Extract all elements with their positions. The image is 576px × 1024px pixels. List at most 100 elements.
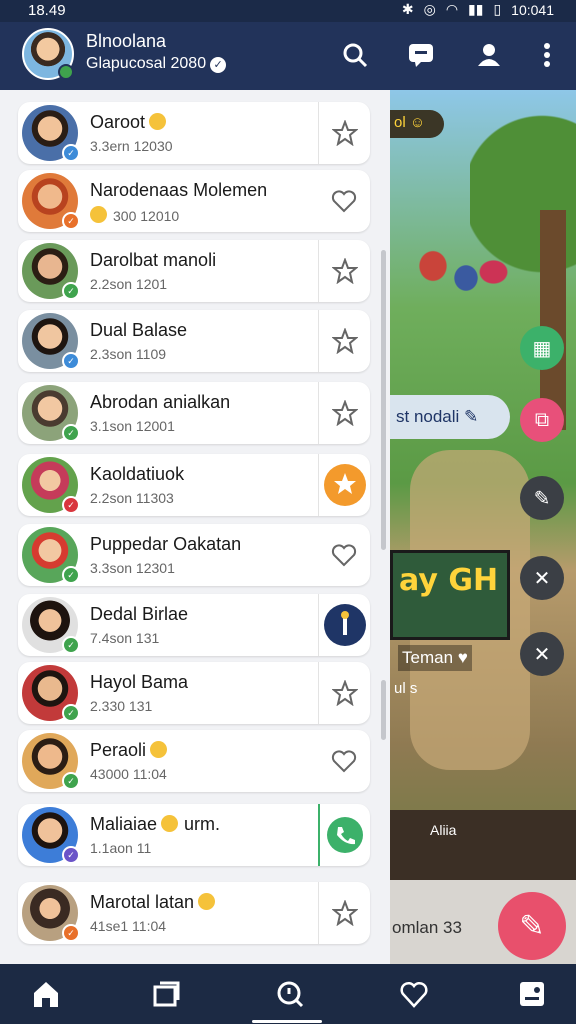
status-badge: ✓ <box>62 566 80 584</box>
contact-name: Maliaiae urm. <box>90 814 220 835</box>
star-icon[interactable] <box>318 382 370 444</box>
scene-aliah-text: Aliia <box>430 822 457 838</box>
emoji-icon <box>198 893 216 910</box>
chat-icon[interactable] <box>406 40 436 70</box>
contact-name-text: Kaoldatiuok <box>90 464 185 484</box>
grid-icon[interactable]: ▦ <box>520 326 564 370</box>
status-bar: 18.49 ✱ ◎ ◠ ▮▮ ▯ 10:041 <box>0 0 576 22</box>
contact-subtitle: 2.330 131 <box>90 698 152 714</box>
scrollbar[interactable] <box>381 250 386 550</box>
star-badge-icon[interactable] <box>318 454 370 516</box>
contact-row[interactable]: ✓ Maliaiae urm. 1.1aon 11 <box>18 804 370 866</box>
shuffle-alt-icon[interactable]: ✕ <box>520 632 564 676</box>
contact-subtitle: 2.2son 11303 <box>90 490 174 506</box>
signal-icon: ▮▮ <box>468 1 484 17</box>
wifi-icon: ◠ <box>445 1 459 17</box>
shuffle-icon[interactable]: ✕ <box>520 556 564 600</box>
contact-name-text: Hayol Bama <box>90 672 189 692</box>
contact-name: Abrodan anialkan <box>90 392 230 413</box>
heart-nav-icon[interactable] <box>396 976 432 1012</box>
contact-name-text: Abrodan anialkan <box>90 392 231 412</box>
star-icon[interactable] <box>318 882 370 944</box>
contact-row[interactable]: ✓ Dedal Birlae 7.4son 131 <box>18 594 370 656</box>
status-badge: ✓ <box>62 496 80 514</box>
contact-subtitle: 41se1 11:04 <box>90 918 166 934</box>
scene-mid-pill-text: st nodali <box>396 407 460 426</box>
header-subtitle: Glapucosal 2080 ✓ <box>86 55 227 73</box>
contact-subtitle: 7.4son 131 <box>90 630 159 646</box>
window-icon[interactable] <box>148 976 184 1012</box>
verified-icon: ✓ <box>210 57 227 73</box>
alarm-icon: ◎ <box>423 1 436 17</box>
profile-avatar[interactable] <box>22 28 74 80</box>
compose-fab[interactable]: ✎ <box>498 892 566 960</box>
contact-row[interactable]: ✓ Abrodan anialkan 3.1son 12001 <box>18 382 370 444</box>
contact-row[interactable]: ✓ Puppedar Oakatan 3.3son 12301 <box>18 524 370 586</box>
contact-subtitle-text: 3.3son 12301 <box>90 560 175 576</box>
contact-row[interactable]: ✓ Marotal latan 41se1 11:04 <box>18 882 370 944</box>
contact-row[interactable]: ✓ Hayol Bama 2.330 131 <box>18 662 370 724</box>
contact-name: Puppedar Oakatan <box>90 534 241 555</box>
contact-subtitle-text: 300 12010 <box>113 208 180 224</box>
scene-trunk <box>540 210 566 430</box>
account-icon[interactable] <box>474 40 504 70</box>
status-badge: ✓ <box>62 282 80 300</box>
contact-subtitle-text: 3.3ern 12030 <box>90 138 173 154</box>
heart-icon[interactable] <box>318 524 370 586</box>
contact-name: Oaroot <box>90 112 167 133</box>
heart-icon[interactable] <box>318 170 370 232</box>
status-badge: ✓ <box>62 636 80 654</box>
contact-row[interactable]: ✓ Oaroot 3.3ern 12030 <box>18 102 370 164</box>
contact-subtitle-text: 2.330 131 <box>90 698 153 714</box>
share-icon[interactable]: ⧉ <box>520 398 564 442</box>
contact-name: Darolbat manoli <box>90 250 216 271</box>
contact-subtitle: 3.1son 12001 <box>90 418 175 434</box>
scene-bottom-text: omlan 33 <box>392 918 462 937</box>
teman-text: Teman <box>402 648 454 667</box>
media-icon[interactable] <box>318 594 370 656</box>
background-scene: ay GH <box>390 90 576 964</box>
scene-people <box>400 230 510 350</box>
contact-name-text: Marotal latan <box>90 892 195 912</box>
scrollbar-secondary[interactable] <box>381 680 386 740</box>
home-icon[interactable] <box>28 976 64 1012</box>
contact-name: Hayol Bama <box>90 672 188 693</box>
profile-nav-icon[interactable] <box>514 976 550 1012</box>
star-icon[interactable] <box>318 102 370 164</box>
contact-subtitle: 300 12010 <box>90 206 179 224</box>
search-icon[interactable] <box>340 40 370 70</box>
status-badge: ✓ <box>62 846 80 864</box>
status-badge: ✓ <box>62 352 80 370</box>
scene-mid-pill[interactable]: st nodali ✎ <box>390 395 510 439</box>
contact-name: Kaoldatiuok <box>90 464 184 485</box>
contact-subtitle: 3.3ern 12030 <box>90 138 173 154</box>
contact-subtitle: 2.3son 1109 <box>90 346 166 362</box>
status-time: 18.49 <box>28 2 66 19</box>
contact-name: Dual Balase <box>90 320 187 341</box>
contact-name-text: Dual Balase <box>90 320 188 340</box>
phone-icon[interactable] <box>318 804 370 866</box>
star-icon[interactable] <box>318 310 370 372</box>
emoji-icon <box>90 206 107 223</box>
scene-teman-label: Teman ♥ <box>398 645 472 671</box>
contact-subtitle-text: 3.1son 12001 <box>90 418 175 434</box>
search-nav-icon[interactable] <box>272 976 308 1012</box>
bottom-navigation <box>0 964 576 1024</box>
status-badge: ✓ <box>62 212 80 230</box>
contact-row[interactable]: ✓ Narodenaas Molemen 300 12010 <box>18 170 370 232</box>
contact-subtitle-text: 41se1 11:04 <box>90 918 167 934</box>
nav-indicator <box>252 1020 322 1023</box>
star-icon[interactable] <box>318 240 370 302</box>
contact-row[interactable]: ✓ Darolbat manoli 2.2son 1201 <box>18 240 370 302</box>
edit-icon[interactable]: ✎ <box>520 476 564 520</box>
scene-avatar-strip <box>390 810 576 880</box>
contact-subtitle: 2.2son 1201 <box>90 276 167 292</box>
contact-name: Peraoli <box>90 740 168 761</box>
contact-subtitle-text: 2.2son 1201 <box>90 276 168 292</box>
contact-row[interactable]: ✓ Peraoli 43000 11:04 <box>18 730 370 792</box>
heart-icon[interactable] <box>318 730 370 792</box>
star-icon[interactable] <box>318 662 370 724</box>
more-menu-icon[interactable] <box>532 40 562 70</box>
contact-row[interactable]: ✓ Kaoldatiuok 2.2son 11303 <box>18 454 370 516</box>
contact-row[interactable]: ✓ Dual Balase 2.3son 1109 <box>18 310 370 372</box>
